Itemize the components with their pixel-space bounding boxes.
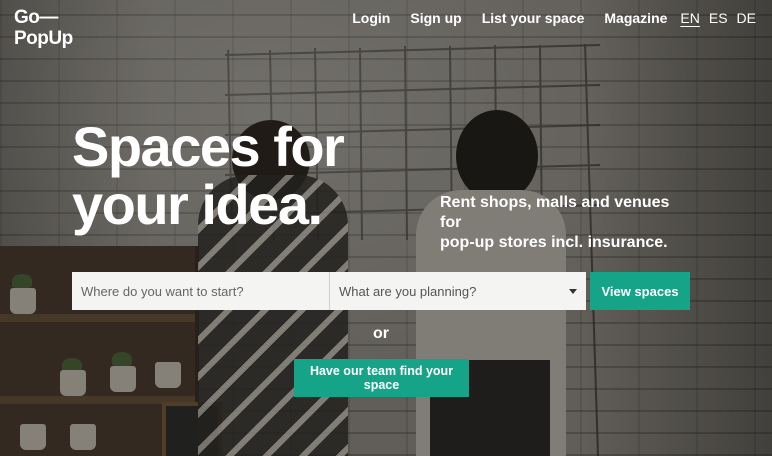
signup-link[interactable]: Sign up	[410, 10, 461, 26]
list-your-space-link[interactable]: List your space	[482, 10, 585, 26]
event-type-select[interactable]: What are you planning?	[330, 272, 586, 310]
or-separator: or	[373, 325, 389, 342]
language-de[interactable]: DE	[737, 10, 756, 26]
hero-subline: Rent shops, malls and venues for pop-up …	[440, 194, 670, 251]
location-search-input[interactable]	[72, 272, 330, 310]
search-bar: What are you planning? View spaces	[72, 272, 690, 310]
team-find-space-button[interactable]: Have our team find your space	[294, 359, 469, 397]
language-en[interactable]: EN	[680, 10, 699, 26]
dropdown-caret-icon	[569, 288, 577, 294]
top-nav: Login Sign up List your space Magazine E…	[332, 10, 756, 26]
gopopup-logo[interactable]: Go— PopUp	[14, 7, 73, 49]
magazine-link[interactable]: Magazine	[604, 10, 667, 26]
view-spaces-button[interactable]: View spaces	[590, 272, 690, 310]
event-type-value: What are you planning?	[339, 283, 477, 299]
language-es[interactable]: ES	[709, 10, 728, 26]
hero-headline: Spaces for your idea.	[72, 115, 345, 236]
login-link[interactable]: Login	[352, 10, 390, 26]
